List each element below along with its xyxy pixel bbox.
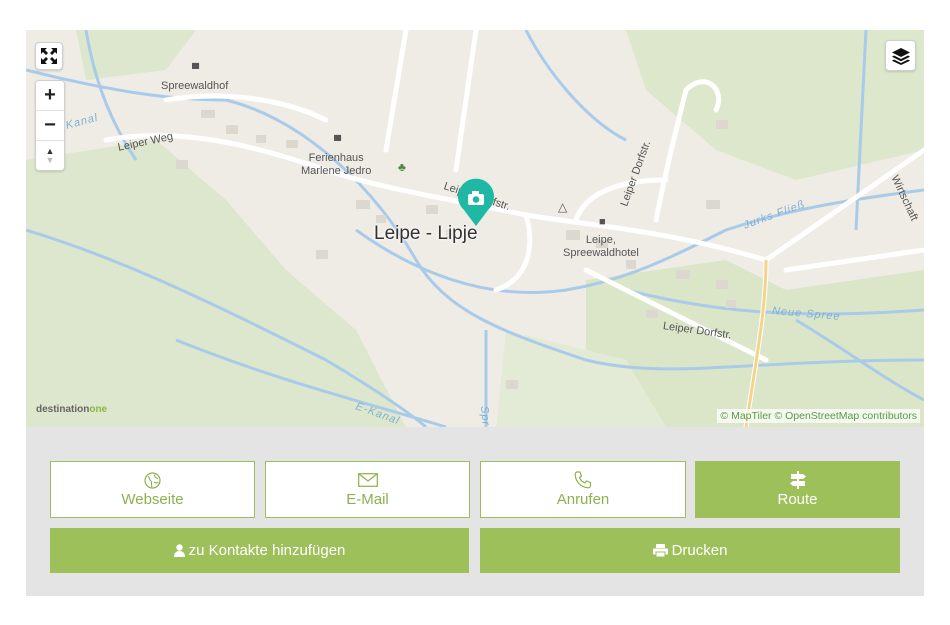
route-button[interactable]: Route [695,461,900,518]
email-button[interactable]: E-Mail [265,461,470,518]
zoom-in-button[interactable]: + [36,81,64,111]
add-to-contacts-label: zu Kontakte hinzufügen [188,542,346,559]
label-ferienhaus: Ferienhaus Marlene Jedro [301,152,372,177]
website-button[interactable]: Webseite [50,461,255,518]
envelope-icon [357,471,378,489]
route-label: Route [777,491,818,508]
label-spr: Spr [478,405,492,427]
add-to-contacts-button[interactable]: zu Kontakte hinzufügen [50,528,469,573]
layers-icon [891,47,910,65]
zoom-control: + − ▲ ▼ [35,80,65,171]
signpost-icon [789,471,807,489]
layers-button[interactable] [885,40,916,71]
zoom-out-button[interactable]: − [36,111,64,141]
printer-icon [652,544,668,557]
email-label: E-Mail [346,491,389,508]
website-label: Webseite [121,491,184,508]
brand-logo: destinationone [36,404,108,415]
expand-icon [41,48,57,64]
compass-icon: ▲ ▼ [45,145,55,165]
call-button[interactable]: Anrufen [480,461,686,518]
print-button[interactable]: Drucken [480,528,900,573]
hotel-icon: ▀ [192,64,200,75]
label-spreewaldhof: Spreewaldhof [161,80,229,92]
compass-button[interactable]: ▲ ▼ [36,141,64,170]
hotel-icon: ▀ [334,136,342,147]
label-leipe-hotel: Leipe, Spreewaldhotel [563,234,639,259]
map-attribution[interactable]: © MapTiler © OpenStreetMap contributors [717,409,920,423]
phone-icon [574,471,592,489]
camera-icon [458,178,494,226]
location-widget: Spreewaldhof Ferienhaus Marlene Jedro Le… [26,30,924,596]
fullscreen-button[interactable] [35,42,63,70]
globe-icon [144,471,161,489]
map-view[interactable]: Spreewaldhof Ferienhaus Marlene Jedro Le… [26,30,924,427]
picnic-icon: ♣ [398,160,406,174]
camp-icon: △ [558,200,568,214]
bus-stop-icon: ■ [599,216,606,228]
location-marker[interactable] [456,178,496,228]
call-label: Anrufen [556,491,610,508]
user-icon [173,544,185,557]
print-label: Drucken [671,542,728,559]
